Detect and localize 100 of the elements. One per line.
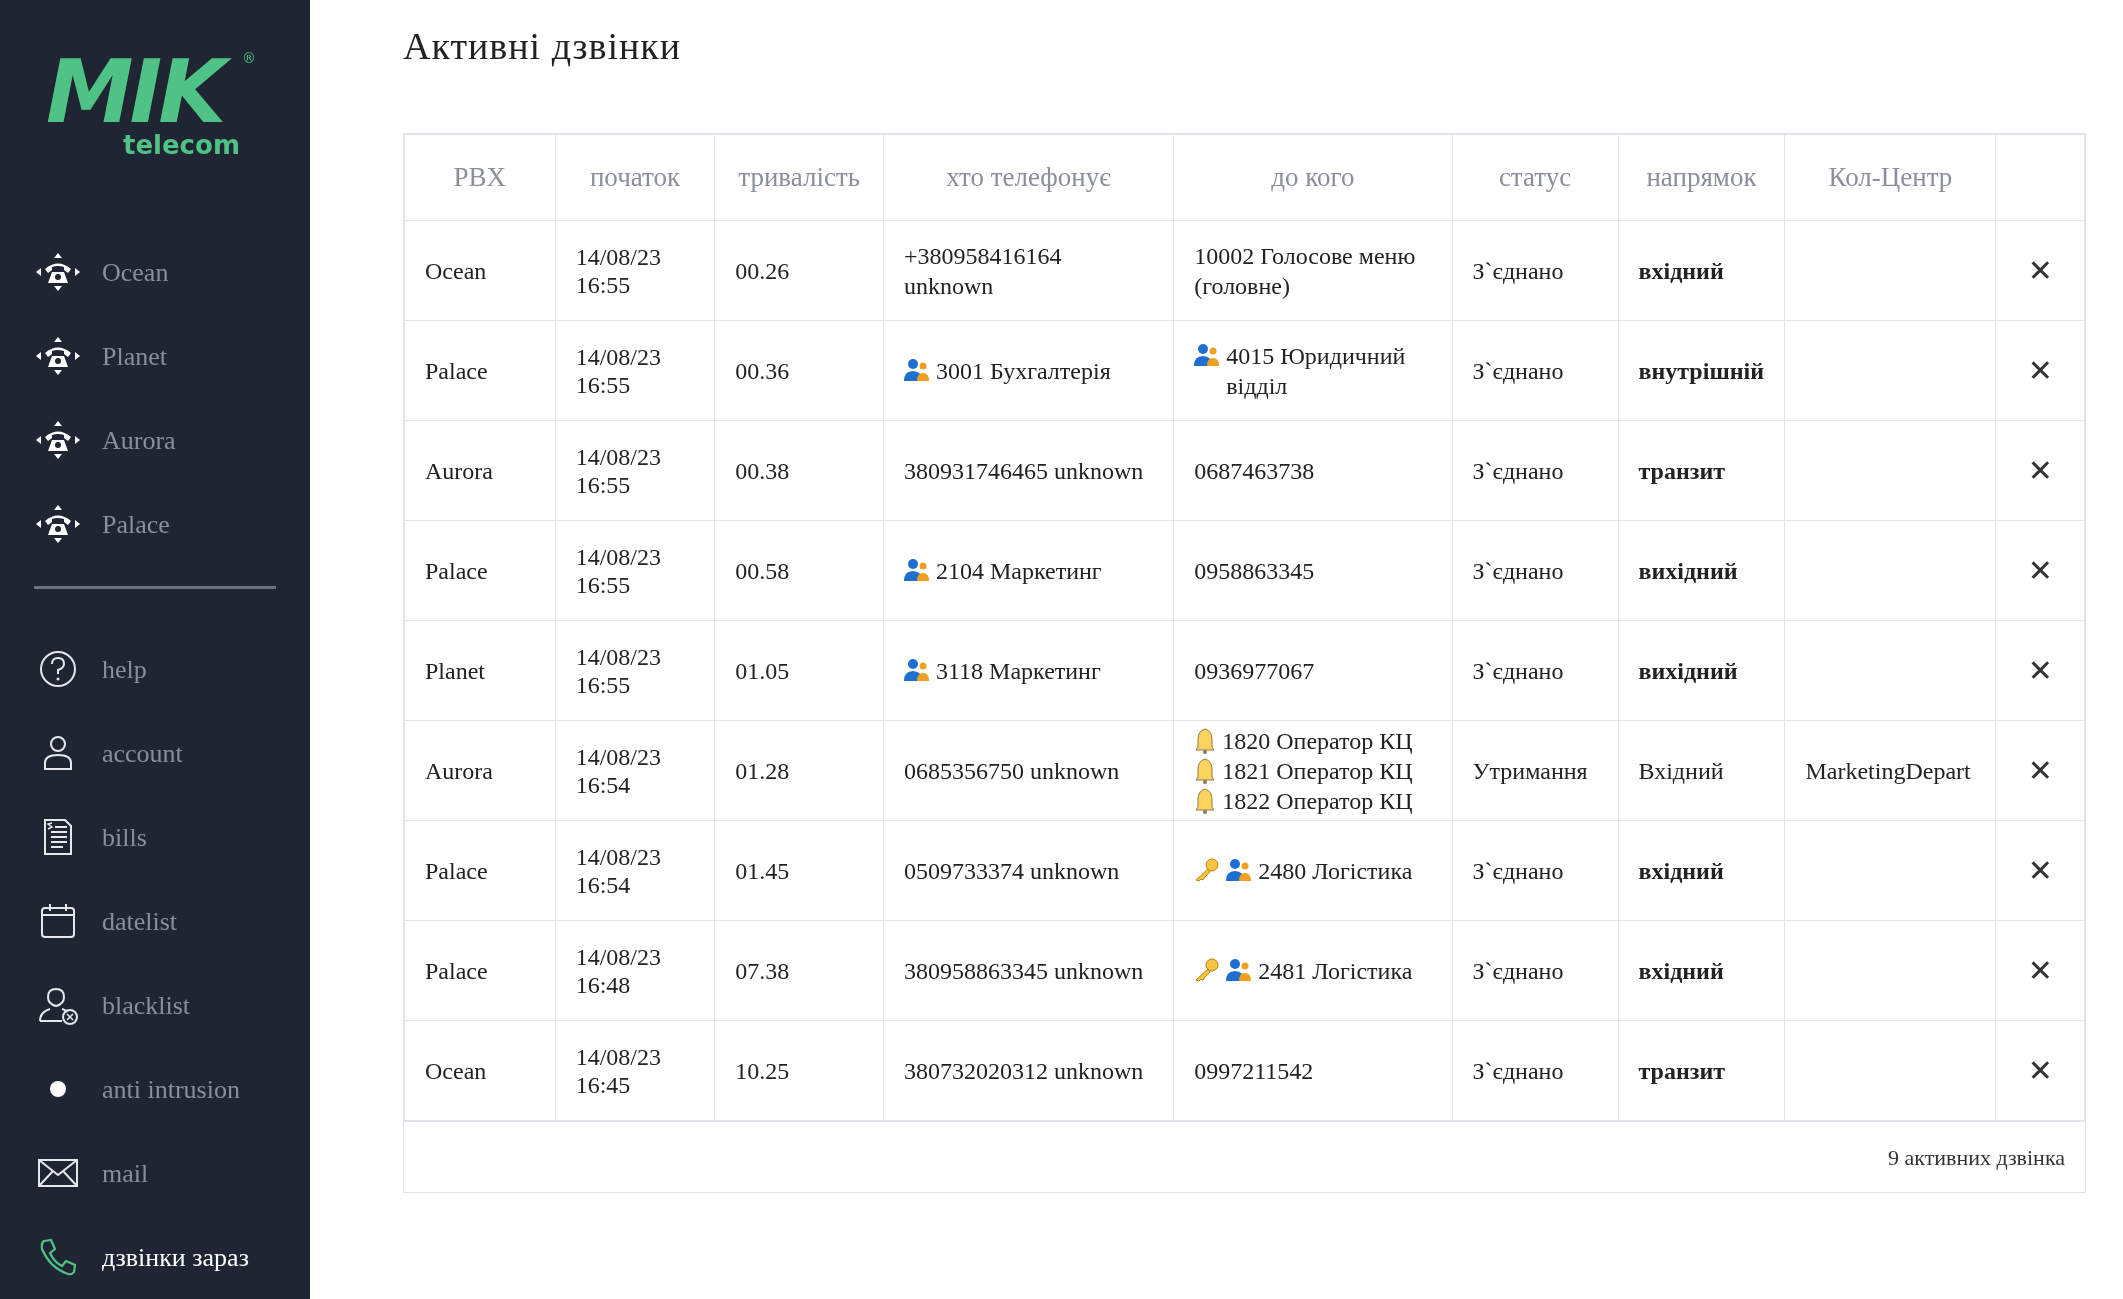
table-cell: 00.58: [735, 557, 790, 584]
hangup-button[interactable]: ✕: [2027, 1048, 2053, 1093]
table-cell: З`єднано: [1472, 357, 1564, 384]
key-icon: [1194, 957, 1221, 982]
bell-icon: [1194, 757, 1217, 784]
hangup-button[interactable]: ✕: [2027, 648, 2053, 693]
hangup-button[interactable]: ✕: [2027, 448, 2053, 493]
mail-icon: [37, 1158, 79, 1188]
table-cell: вхідний: [1638, 857, 1724, 884]
cell-text: 0687463738: [1194, 456, 1315, 486]
table-cell: вихідний: [1638, 557, 1738, 584]
table-cell: 00.38: [735, 457, 790, 484]
cell-text: 0685356750 unknown: [903, 756, 1120, 786]
table-cell: Ocean: [425, 1057, 487, 1084]
column-header: статус: [1452, 134, 1618, 221]
pbx-phone-icon: [35, 336, 81, 376]
table-cell: Утримання: [1472, 757, 1588, 784]
cell-text: 1820 Оператор КЦ: [1222, 726, 1413, 756]
table-cell: Aurora: [425, 457, 493, 484]
pbx-phone-icon: [35, 504, 81, 544]
sidebar-item[interactable]: blacklist: [0, 963, 310, 1047]
cell-text: 380931746465 unknown: [903, 456, 1144, 486]
table-cell-text: 16:55: [575, 670, 632, 699]
table-cell: Palace: [425, 357, 488, 384]
dot-icon: [49, 1080, 67, 1098]
column-header: хто телефонує: [883, 134, 1174, 221]
cell-text: 0997211542: [1194, 1056, 1314, 1086]
sidebar-item[interactable]: datelist: [0, 879, 310, 963]
table-cell: З`єднано: [1472, 857, 1564, 884]
table-cell: З`єднано: [1472, 457, 1564, 484]
sidebar-item[interactable]: anti intrusion: [0, 1047, 310, 1131]
table-cell: 07.38: [735, 957, 790, 984]
table-cell: 00.26: [735, 257, 790, 284]
table-cell: вихідний: [1638, 657, 1738, 684]
pbx-phone-icon: [35, 420, 81, 460]
calendar-icon: [38, 901, 78, 941]
group-icon: [903, 657, 930, 682]
table-cell: вхідний: [1638, 957, 1724, 984]
table-cell-text: 16:55: [575, 570, 632, 599]
column-header: PBX: [404, 134, 556, 221]
cell-text: +380958416164 unknown: [903, 241, 1063, 301]
table-cell: З`єднано: [1472, 557, 1564, 584]
cell-text: 4015 Юридичний відділ: [1226, 341, 1407, 401]
sidebar-item[interactable]: дзвінки зараз: [0, 1215, 310, 1299]
table-cell-text: 16:55: [575, 370, 632, 399]
table-cell-text: 14/08/23: [575, 842, 662, 871]
sidebar-item[interactable]: Ocean: [0, 230, 310, 314]
table-cell: 01.45: [735, 857, 790, 884]
table-cell: транзит: [1638, 457, 1726, 484]
active-calls-count: 9 активних дзвінка: [1887, 1143, 2065, 1172]
help-icon: [38, 649, 78, 689]
group-icon: [1194, 342, 1221, 367]
column-header: початок: [555, 134, 715, 221]
sidebar-item[interactable]: Palace: [0, 482, 310, 566]
table-cell: вхідний: [1638, 257, 1724, 284]
table-cell-text: 16:54: [575, 770, 632, 799]
table-cell-text: 14/08/23: [575, 642, 662, 671]
table-cell: 01.05: [735, 657, 790, 684]
table-cell-text: 14/08/23: [575, 942, 662, 971]
sidebar-item[interactable]: mail: [0, 1131, 310, 1215]
sidebar-item[interactable]: bills: [0, 795, 310, 879]
hangup-button[interactable]: ✕: [2027, 848, 2053, 893]
table-cell-text: 14/08/23: [575, 242, 662, 271]
table-cell: внутрішній: [1638, 357, 1764, 384]
sidebar-item[interactable]: Aurora: [0, 398, 310, 482]
table-cell-text: 16:55: [575, 270, 632, 299]
table-cell: Planet: [425, 657, 485, 684]
table-cell: Palace: [425, 557, 488, 584]
table-cell: Palace: [425, 857, 488, 884]
page-title: Активні дзвінки: [403, 24, 683, 69]
table-cell-text: 16:48: [575, 970, 632, 999]
table-cell: транзит: [1638, 1057, 1726, 1084]
table-cell-text: 16:45: [575, 1070, 632, 1099]
key-icon: [1194, 857, 1221, 882]
sidebar-item[interactable]: help: [0, 627, 310, 711]
cell-text: 0509733374 unknown: [903, 856, 1120, 886]
table-cell-text: 14/08/23: [575, 742, 662, 771]
hangup-button[interactable]: ✕: [2027, 248, 2053, 293]
sidebar-item[interactable]: account: [0, 711, 310, 795]
table-cell: Aurora: [425, 757, 493, 784]
phone-icon: [38, 1237, 78, 1277]
sidebar-item[interactable]: Planet: [0, 314, 310, 398]
cell-text: 0958863345: [1194, 556, 1315, 586]
cell-text: 0936977067: [1194, 656, 1315, 686]
user-blocked-icon: [36, 985, 80, 1025]
hangup-button[interactable]: ✕: [2027, 348, 2053, 393]
hangup-button[interactable]: ✕: [2027, 748, 2053, 793]
hangup-button[interactable]: ✕: [2027, 948, 2053, 993]
cell-text: 2481 Логістика: [1258, 956, 1413, 986]
table-cell: З`єднано: [1472, 957, 1564, 984]
group-icon: [903, 357, 930, 382]
cell-text: 2480 Логістика: [1258, 856, 1413, 886]
table-cell: З`єднано: [1472, 1057, 1564, 1084]
table-cell-text: 14/08/23: [575, 442, 662, 471]
bell-icon: [1194, 787, 1217, 814]
table-cell: 10.25: [735, 1057, 790, 1084]
hangup-button[interactable]: ✕: [2027, 548, 2053, 593]
table-cell: 00.36: [735, 357, 790, 384]
pbx-phone-icon: [35, 252, 81, 292]
table-cell-text: 14/08/23: [575, 542, 662, 571]
